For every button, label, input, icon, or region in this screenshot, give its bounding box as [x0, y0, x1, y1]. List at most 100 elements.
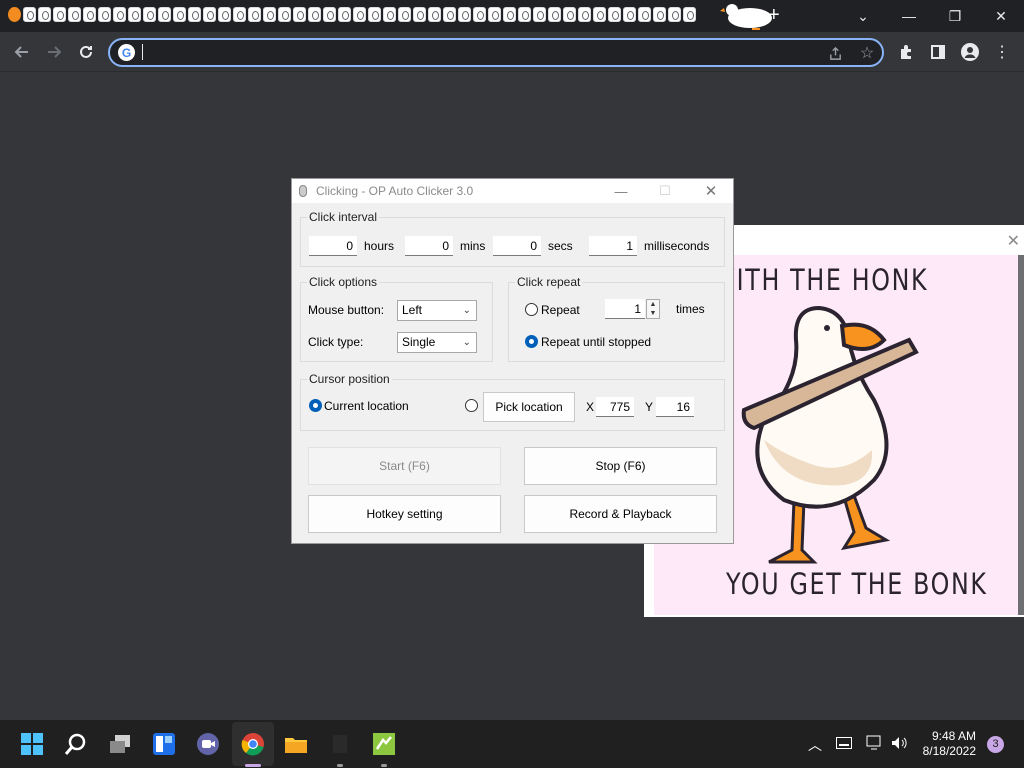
keyboard-icon[interactable] [836, 737, 852, 749]
restore-icon[interactable]: ❐ [932, 0, 978, 32]
tab-favicon[interactable] [278, 7, 291, 22]
widgets-icon[interactable] [152, 732, 176, 756]
tab-favicon[interactable] [563, 7, 576, 22]
current-location-radio[interactable] [309, 399, 322, 412]
tab-favicon[interactable] [548, 7, 561, 22]
tab-favicon[interactable] [53, 7, 66, 22]
minimize-icon[interactable]: — [886, 0, 932, 32]
milliseconds-input[interactable] [589, 236, 637, 256]
file-explorer-icon[interactable] [284, 732, 308, 756]
x-coordinate-input[interactable] [596, 397, 634, 417]
new-tab-button[interactable]: + [768, 4, 780, 27]
click-type-select[interactable]: Single ⌄ [397, 332, 477, 353]
tab-favicon[interactable] [128, 7, 141, 22]
tab-favicon[interactable] [173, 7, 186, 22]
address-bar[interactable]: G ☆ [108, 38, 884, 67]
system-clock[interactable]: 9:48 AM 8/18/2022 [923, 729, 976, 759]
profile-avatar[interactable] [958, 40, 982, 64]
tab-favicon[interactable] [23, 7, 36, 22]
tab-favicon[interactable] [458, 7, 471, 22]
task-view-icon[interactable] [108, 732, 132, 756]
tab-favicon-active[interactable] [8, 7, 21, 22]
forward-icon[interactable] [42, 40, 66, 64]
stepper-up-icon[interactable]: ▲ [647, 300, 659, 309]
bookmark-star-icon[interactable]: ☆ [858, 44, 876, 62]
reload-icon[interactable] [74, 40, 98, 64]
pick-location-radio[interactable] [465, 399, 478, 412]
tab-favicon[interactable] [623, 7, 636, 22]
tab-favicon[interactable] [68, 7, 81, 22]
volume-icon[interactable] [890, 735, 908, 751]
secs-input[interactable] [493, 236, 541, 256]
tab-favicon[interactable] [233, 7, 246, 22]
tab-favicon[interactable] [293, 7, 306, 22]
tab-favicon[interactable] [38, 7, 51, 22]
tab-favicon[interactable] [308, 7, 321, 22]
tab-favicon[interactable] [248, 7, 261, 22]
mins-input[interactable] [405, 236, 453, 256]
repeat-until-stopped-radio[interactable] [525, 335, 538, 348]
tab-favicon[interactable] [413, 7, 426, 22]
mouse-button-select[interactable]: Left ⌄ [397, 300, 477, 321]
extensions-icon[interactable] [894, 40, 918, 64]
tab-favicon[interactable] [653, 7, 666, 22]
tab-favicon[interactable] [638, 7, 651, 22]
tab-favicon[interactable] [488, 7, 501, 22]
search-icon[interactable] [64, 732, 88, 756]
tab-favicon[interactable] [353, 7, 366, 22]
repeat-radio[interactable] [525, 303, 538, 316]
share-icon[interactable] [826, 44, 844, 62]
close-icon[interactable]: ✕ [978, 0, 1024, 32]
tab-favicon[interactable] [668, 7, 681, 22]
tab-favicon[interactable] [323, 7, 336, 22]
menu-kebab-icon[interactable]: ⋮ [990, 40, 1014, 64]
hotkey-setting-button[interactable]: Hotkey setting [308, 495, 501, 533]
repeat-count-input[interactable] [605, 299, 645, 319]
tab-favicon[interactable] [503, 7, 516, 22]
teams-chat-icon[interactable] [196, 732, 220, 756]
chrome-icon[interactable] [241, 732, 265, 756]
tab-search-icon[interactable]: ⌄ [840, 0, 886, 32]
window-minimize-icon[interactable]: — [599, 179, 643, 203]
chevron-up-icon[interactable]: ︿ [808, 735, 822, 755]
tab-favicon[interactable] [593, 7, 606, 22]
image-scrollbar[interactable] [1018, 255, 1024, 615]
tab-favicon[interactable] [428, 7, 441, 22]
notification-badge[interactable]: 3 [987, 736, 1004, 753]
tab-favicon[interactable] [203, 7, 216, 22]
tab-favicon[interactable] [158, 7, 171, 22]
tab-favicon[interactable] [578, 7, 591, 22]
window-close-icon[interactable]: ✕ [689, 179, 733, 203]
start-windows-icon[interactable] [20, 732, 44, 756]
tab-favicon[interactable] [338, 7, 351, 22]
tab-favicon[interactable] [683, 7, 696, 22]
tab-favicon[interactable] [143, 7, 156, 22]
tab-favicon[interactable] [518, 7, 531, 22]
tab-favicon[interactable] [383, 7, 396, 22]
start-button[interactable]: Start (F6) [308, 447, 501, 485]
repeat-count-stepper[interactable]: ▲ ▼ [646, 299, 660, 319]
back-icon[interactable] [10, 40, 34, 64]
tab-favicon[interactable] [443, 7, 456, 22]
tab-favicon[interactable] [473, 7, 486, 22]
terminal-app-icon[interactable] [328, 732, 352, 756]
address-input[interactable] [144, 42, 824, 64]
window-title-bar[interactable]: Clicking - OP Auto Clicker 3.0 — ☐ ✕ [292, 179, 733, 203]
tab-favicon[interactable] [368, 7, 381, 22]
tab-favicon[interactable] [263, 7, 276, 22]
tab-favicon[interactable] [398, 7, 411, 22]
tab-favicon[interactable] [218, 7, 231, 22]
hours-input[interactable] [309, 236, 357, 256]
stepper-down-icon[interactable]: ▼ [647, 309, 659, 318]
side-panel-icon[interactable] [926, 40, 950, 64]
tab-favicon[interactable] [188, 7, 201, 22]
tab-favicon[interactable] [113, 7, 126, 22]
image-close-icon[interactable]: ✕ [1007, 231, 1020, 251]
stop-button[interactable]: Stop (F6) [524, 447, 717, 485]
tab-favicon[interactable] [608, 7, 621, 22]
tab-favicon[interactable] [83, 7, 96, 22]
network-icon[interactable] [866, 735, 884, 751]
record-playback-button[interactable]: Record & Playback [524, 495, 717, 533]
y-coordinate-input[interactable] [656, 397, 694, 417]
tab-favicon[interactable] [98, 7, 111, 22]
